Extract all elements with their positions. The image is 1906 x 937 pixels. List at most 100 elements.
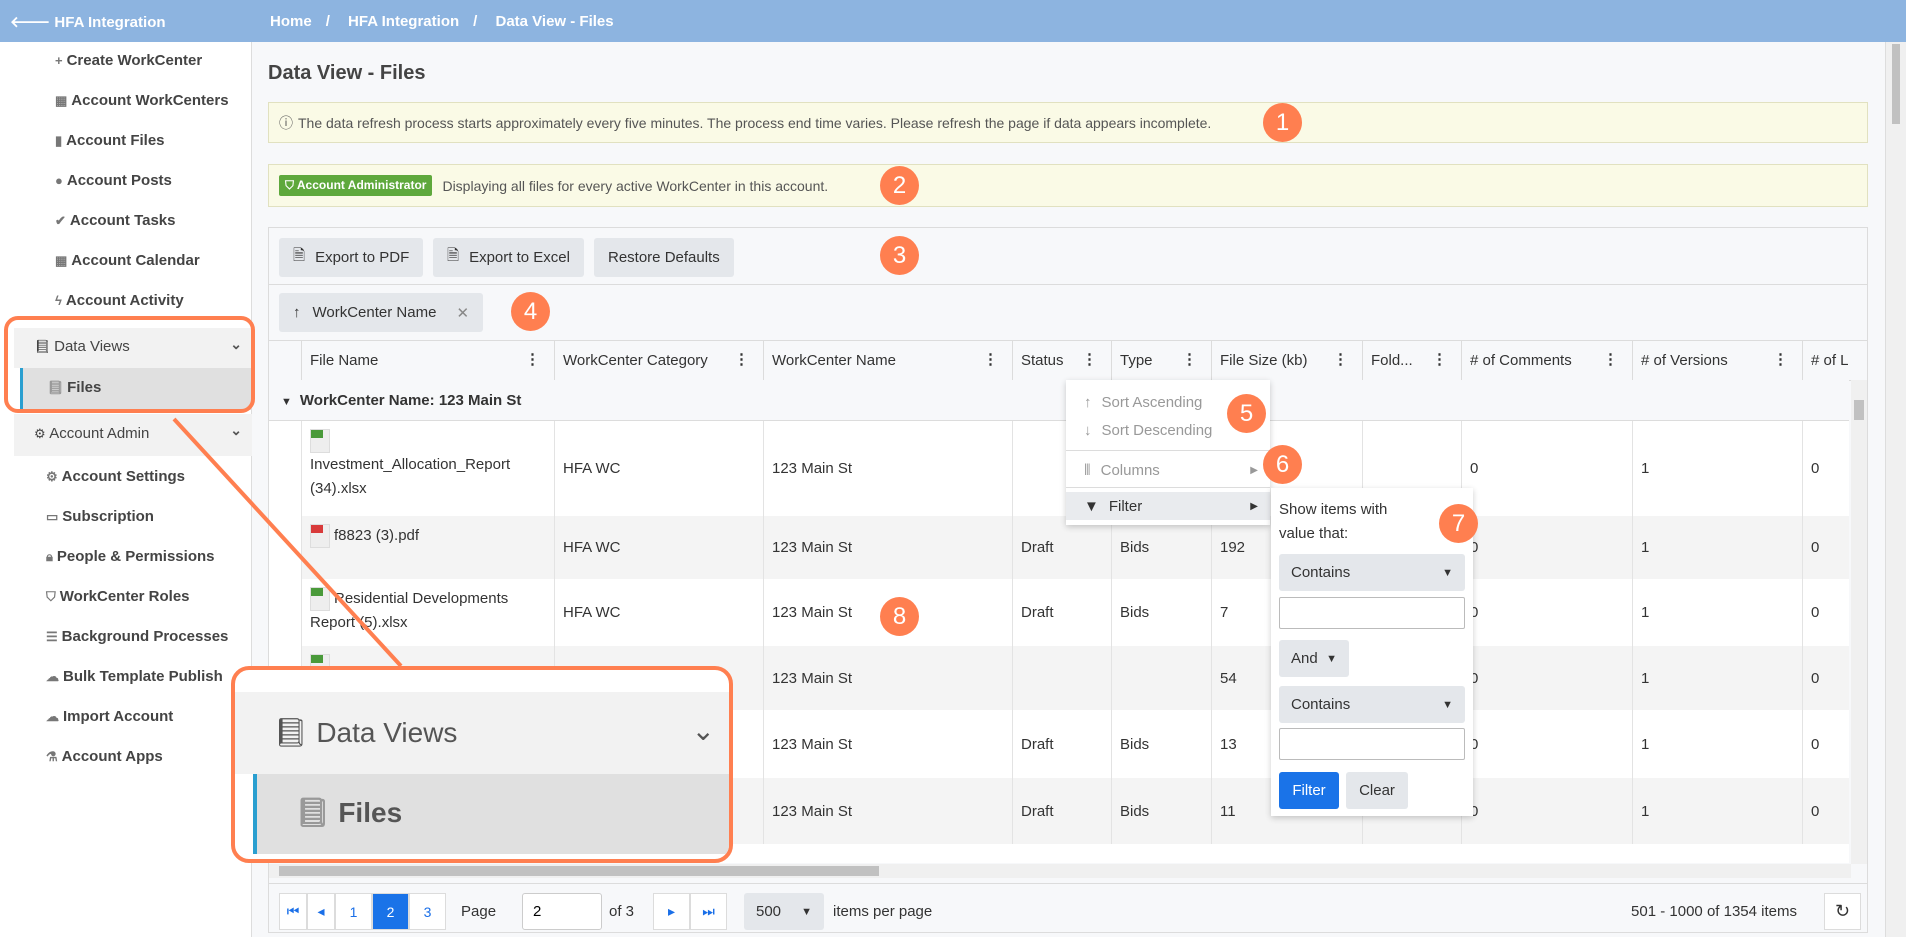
breadcrumb-hfa[interactable]: HFA Integration <box>348 13 459 30</box>
sidebar-item-subscription[interactable]: ▭ Subscription <box>46 508 154 525</box>
sidebar-item-account-tasks[interactable]: ✔ Account Tasks <box>55 212 176 229</box>
prev-page-button[interactable]: ◂ <box>307 893 335 930</box>
column-header[interactable]: WorkCenter Name ⋮ <box>763 340 1012 380</box>
refresh-icon: ↻ <box>1834 901 1851 921</box>
column-header[interactable]: # of Versions ⋮ <box>1632 340 1802 380</box>
table-row[interactable]: f8823 (3).pdf HFA WC 123 Main St Draft Bids 1… <box>301 516 1849 579</box>
first-page-button[interactable]: ⏮ <box>279 893 307 930</box>
filter-logic-select[interactable]: And ▼ <box>1279 640 1349 677</box>
zoom-data-views-label: Data Views <box>316 717 458 748</box>
page-input[interactable] <box>522 893 602 930</box>
next-page-button[interactable]: ▸ <box>653 893 690 930</box>
column-menu-icon[interactable]: ⋮ <box>1603 350 1618 368</box>
table-row[interactable]: Residential Developments Report (5).xlsx… <box>301 579 1849 646</box>
column-header[interactable]: Fold... ⋮ <box>1362 340 1461 380</box>
page-2-button[interactable]: 2 <box>372 893 409 930</box>
sidebar-item-label: Bulk Template Publish <box>63 668 223 685</box>
sidebar-item-people-permissions[interactable]: 🔒︎ People & Permissions <box>46 548 214 565</box>
column-header[interactable]: File Size (kb) ⋮ <box>1211 340 1362 380</box>
column-menu-icon[interactable]: ⋮ <box>734 350 749 368</box>
check-icon: ✔ <box>55 213 66 228</box>
breadcrumb-home[interactable]: Home <box>270 13 312 30</box>
sidebar-item-account-activity[interactable]: ϟ Account Activity <box>55 292 184 309</box>
column-menu-icon[interactable]: ⋮ <box>1432 350 1447 368</box>
column-header[interactable]: Status ⋮ <box>1012 340 1111 380</box>
cell-value: 1 <box>1641 735 1650 753</box>
group-indent-header <box>269 340 301 380</box>
sidebar-item-account-settings[interactable]: ⚙ Account Settings <box>46 468 185 485</box>
admin-text: Displaying all files for every active Wo… <box>442 177 829 194</box>
file-name-link[interactable]: Investment_Allocation_Report (34).xlsx <box>310 456 510 497</box>
group-chip[interactable]: ↑ WorkCenter Name ✕ <box>279 293 484 332</box>
filter-apply-button[interactable]: Filter <box>1279 772 1339 809</box>
column-header-label: File Size (kb) <box>1220 352 1308 369</box>
filter-operator-1[interactable]: Contains ▼ <box>1279 554 1465 591</box>
sidebar-item-workcenter-roles[interactable]: ⛉ WorkCenter Roles <box>46 588 190 605</box>
sidebar-item-account-apps[interactable]: ⚗ Account Apps <box>46 748 163 765</box>
table-cell: 0 <box>1461 579 1632 646</box>
column-menu-icon[interactable]: ⋮ <box>1082 350 1097 368</box>
sidebar-item-account-posts[interactable]: ● Account Posts <box>55 172 172 189</box>
export-pdf-button[interactable]: 🗎 Export to PDF <box>279 238 424 277</box>
sidebar-item-label: WorkCenter Roles <box>59 588 190 605</box>
group-row[interactable]: ▼ WorkCenter Name: 123 Main St <box>269 380 1849 421</box>
table-cell: 0 <box>1802 579 1849 646</box>
refresh-button[interactable]: ↻ <box>1824 893 1861 930</box>
export-excel-button[interactable]: 🗎 Export to Excel <box>433 238 584 277</box>
comments-icon: ● <box>55 173 63 188</box>
column-header-label: # of Versions <box>1641 352 1728 369</box>
column-menu-icon[interactable]: ⋮ <box>983 350 998 368</box>
column-menu-icon[interactable]: ⋮ <box>525 350 540 368</box>
column-header[interactable]: Type ⋮ <box>1111 340 1211 380</box>
cell-value: 13 <box>1220 735 1237 753</box>
column-header[interactable]: # of Comments ⋮ <box>1461 340 1632 380</box>
page-size-select[interactable]: 500 ▼ <box>744 893 824 930</box>
sidebar-item-bulk-template-publish[interactable]: ☁ Bulk Template Publish <box>46 668 223 685</box>
info-icon: ⓘ <box>279 114 293 131</box>
columns-item[interactable]: ⦀ Columns ▶ <box>1066 456 1270 484</box>
page-1-button[interactable]: 1 <box>335 893 372 930</box>
filter-value-1[interactable] <box>1279 597 1465 629</box>
column-header[interactable]: # of L <box>1802 340 1851 380</box>
filter-item[interactable]: ▼ Filter ▶ <box>1066 492 1270 520</box>
grid-horizontal-scrollbar[interactable] <box>269 864 1851 878</box>
filter-value-2[interactable] <box>1279 728 1465 760</box>
sidebar-item-create-workcenter[interactable]: + Create WorkCenter <box>55 52 202 69</box>
sidebar-item-account-calendar[interactable]: ▦ Account Calendar <box>55 252 200 269</box>
cell-value: Bids <box>1120 539 1150 556</box>
column-header[interactable]: File Name ⋮ <box>301 340 554 380</box>
last-page-button[interactable]: ⏭ <box>690 893 727 930</box>
table-header: File Name ⋮ WorkCenter Category ⋮ WorkCenter… <box>269 340 1851 380</box>
column-header[interactable]: WorkCenter Category ⋮ <box>554 340 763 380</box>
sort-desc-label: Sort Descending <box>1101 421 1213 439</box>
page-3-button[interactable]: 3 <box>409 893 446 930</box>
collapse-icon[interactable]: ▼ <box>281 396 292 408</box>
back-link[interactable]: 🡐 HFA Integration <box>10 12 166 31</box>
filter-operator-2[interactable]: Contains ▼ <box>1279 686 1465 723</box>
table-cell: f8823 (3).pdf <box>301 516 554 579</box>
column-menu-icon[interactable]: ⋮ <box>1333 350 1348 368</box>
top-bar: 🡐 HFA Integration Home / HFA Integration /… <box>0 0 1906 42</box>
sidebar-item-account-files[interactable]: ▮ Account Files <box>55 132 165 149</box>
table-cell: 123 Main St <box>763 516 1012 579</box>
page-scrollbar[interactable] <box>1885 42 1906 937</box>
sidebar-item-label: Create WorkCenter <box>66 52 203 69</box>
shield-icon: ⛉ <box>285 178 297 192</box>
table-cell: 0 <box>1802 646 1849 710</box>
sidebar-item-import-account[interactable]: ☁ Import Account <box>46 708 173 725</box>
cell-value: Bids <box>1120 802 1150 820</box>
close-icon[interactable]: ✕ <box>456 304 469 322</box>
grid-vertical-scrollbar[interactable] <box>1851 380 1867 864</box>
file-name-link[interactable]: Residential Developments Report (5).xlsx <box>310 590 508 631</box>
sidebar-item-background-processes[interactable]: ☰ Background Processes <box>46 628 228 645</box>
filter-clear-button[interactable]: Clear <box>1346 772 1408 809</box>
cloud-upload-icon: ☁ <box>46 669 59 684</box>
table-cell: HFA WC <box>554 516 763 579</box>
sidebar-highlight <box>4 316 255 413</box>
column-menu-icon[interactable]: ⋮ <box>1773 350 1788 368</box>
file-name-link[interactable]: f8823 (3).pdf <box>334 527 419 544</box>
restore-defaults-button[interactable]: Restore Defaults <box>594 238 734 277</box>
sidebar-item-account-workcenters[interactable]: ▦ Account WorkCenters <box>55 92 229 109</box>
sidebar-item-account-admin[interactable]: ⚙ Account Admin ⌄ <box>14 414 252 456</box>
column-menu-icon[interactable]: ⋮ <box>1182 350 1197 368</box>
